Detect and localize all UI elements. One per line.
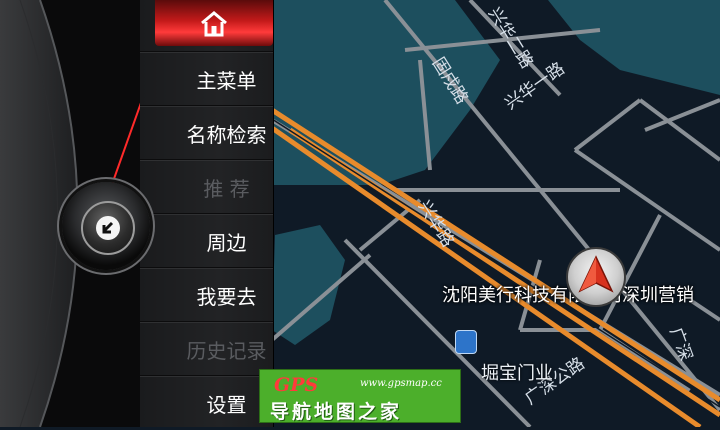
menu-item-main-menu[interactable]: 主菜单 xyxy=(140,51,273,106)
menu-item-label: 我要去 xyxy=(196,284,257,309)
menu-item-label: 周边 xyxy=(206,230,247,255)
menu-item-name-search[interactable]: 名称检索 xyxy=(140,105,273,160)
main-menu: 主菜单 名称检索 推 荐 周边 我要去 历史记录 设置 xyxy=(140,0,274,427)
menu-item-nearby[interactable]: 周边 xyxy=(140,213,273,268)
back-arrow-icon xyxy=(96,216,120,240)
menu-item-label: 历史记录 xyxy=(186,338,267,363)
menu-item-label: 名称检索 xyxy=(186,122,267,147)
watermark-brand: GPS xyxy=(274,374,319,396)
menu-item-label: 推 荐 xyxy=(203,176,250,201)
back-knob-button[interactable] xyxy=(62,182,150,270)
watermark-logo: GPS www.gpsmap.cc 导航地图之家 xyxy=(259,369,461,423)
menu-item-settings[interactable]: 设置 xyxy=(140,375,273,430)
knob-face xyxy=(81,201,135,255)
menu-item-label: 设置 xyxy=(206,392,247,417)
menu-item-history: 历史记录 xyxy=(140,321,273,376)
poi-marker-icon[interactable] xyxy=(455,330,477,354)
menu-item-label: 主菜单 xyxy=(196,68,257,93)
home-icon xyxy=(201,11,227,37)
watermark-text: 导航地图之家 xyxy=(270,401,403,423)
home-button[interactable] xyxy=(155,0,273,46)
vehicle-position-icon[interactable] xyxy=(566,247,626,307)
menu-item-recommend: 推 荐 xyxy=(140,159,273,214)
poi-name-label: 堀宝门业 xyxy=(481,363,553,384)
watermark-url: www.gpsmap.cc xyxy=(360,378,442,389)
menu-item-go-to[interactable]: 我要去 xyxy=(140,267,273,322)
